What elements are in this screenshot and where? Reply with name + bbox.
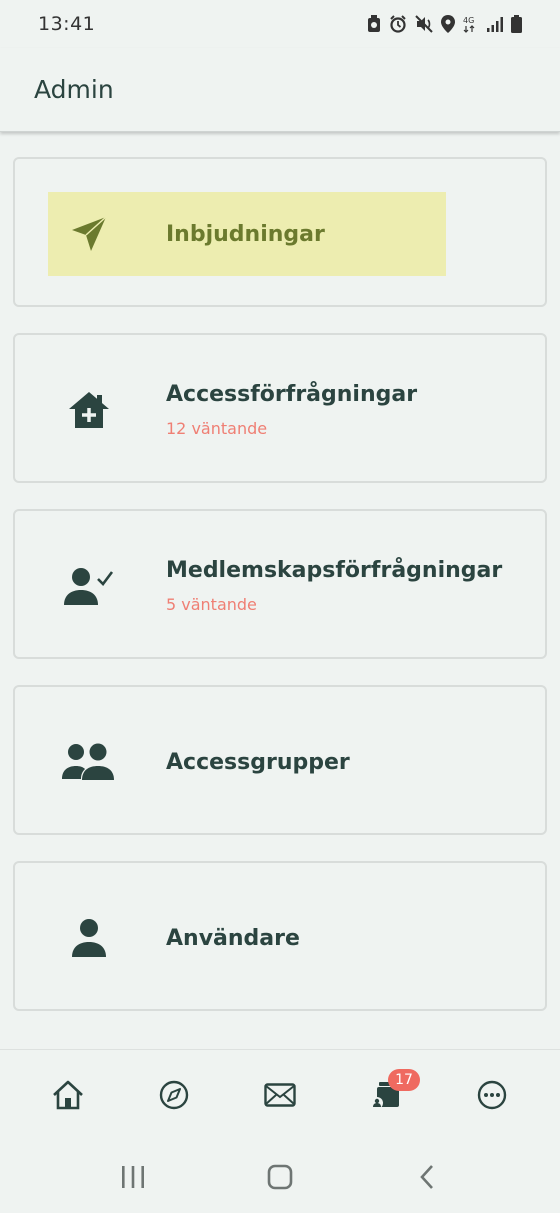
user-icon: [48, 919, 130, 957]
alarm-icon: [390, 15, 406, 33]
admin-menu-list: Inbjudningar Accessförfrågningar 12 vänt…: [13, 157, 547, 1037]
send-icon: [48, 215, 130, 253]
back-button[interactable]: [397, 1147, 457, 1207]
card-invitations-highlight[interactable]: Inbjudningar: [48, 192, 446, 276]
compass-icon: [159, 1080, 189, 1109]
status-bar: 13:41 4G: [0, 0, 560, 48]
card-membership-requests-content: Medlemskapsförfrågningar 5 väntande: [48, 544, 502, 628]
nav-admin-cards[interactable]: 17: [356, 1065, 420, 1125]
card-membership-requests[interactable]: Medlemskapsförfrågningar 5 väntande: [13, 509, 547, 659]
signal-icon: [487, 17, 503, 32]
mail-icon: [264, 1082, 296, 1107]
card-membership-requests-title: Medlemskapsförfrågningar: [166, 558, 503, 583]
card-users-title: Användare: [166, 925, 300, 951]
card-access-requests[interactable]: Accessförfrågningar 12 väntande: [13, 333, 547, 483]
battery-icon: [511, 15, 522, 33]
card-access-groups-title: Accessgrupper: [166, 749, 350, 775]
nav-home[interactable]: [38, 1065, 98, 1125]
battery-saver-icon: [368, 15, 380, 32]
status-icons: 4G: [367, 15, 522, 33]
home-button-icon: [267, 1164, 293, 1189]
home-button[interactable]: [250, 1147, 310, 1207]
card-invitations[interactable]: Inbjudningar: [13, 157, 547, 307]
card-access-requests-content: Accessförfrågningar 12 väntande: [48, 368, 446, 452]
card-access-requests-title: Accessförfrågningar: [166, 382, 418, 407]
home-icon: [53, 1080, 83, 1109]
system-navigation: [0, 1140, 560, 1213]
recents-button[interactable]: [103, 1147, 163, 1207]
card-membership-requests-pending: 5 väntande: [166, 595, 257, 614]
nav-more[interactable]: [462, 1065, 522, 1125]
more-icon: [477, 1080, 507, 1109]
card-access-requests-pending: 12 väntande: [166, 419, 268, 438]
recents-icon: [122, 1165, 145, 1188]
nav-explore[interactable]: [144, 1065, 204, 1125]
card-invitations-title: Inbjudningar: [166, 221, 325, 247]
card-users-content: Användare: [48, 896, 446, 980]
users-icon: [48, 743, 130, 781]
network-label: 4G: [463, 16, 474, 25]
card-users[interactable]: Användare: [13, 861, 547, 1011]
card-access-groups[interactable]: Accessgrupper: [13, 685, 547, 835]
network-icon: 4G: [463, 16, 475, 33]
mute-icon: [415, 15, 433, 33]
notification-badge: 17: [388, 1068, 420, 1091]
card-access-groups-content: Accessgrupper: [48, 720, 446, 804]
user-check-icon: [48, 567, 130, 605]
app-bar: Admin: [0, 48, 560, 132]
nav-messages[interactable]: [250, 1065, 310, 1125]
page-title: Admin: [34, 75, 114, 104]
status-time: 13:41: [38, 13, 96, 35]
house-plus-icon: [48, 391, 130, 429]
location-icon: [441, 15, 455, 33]
back-icon: [419, 1164, 433, 1189]
bottom-navigation: 17: [0, 1049, 560, 1139]
